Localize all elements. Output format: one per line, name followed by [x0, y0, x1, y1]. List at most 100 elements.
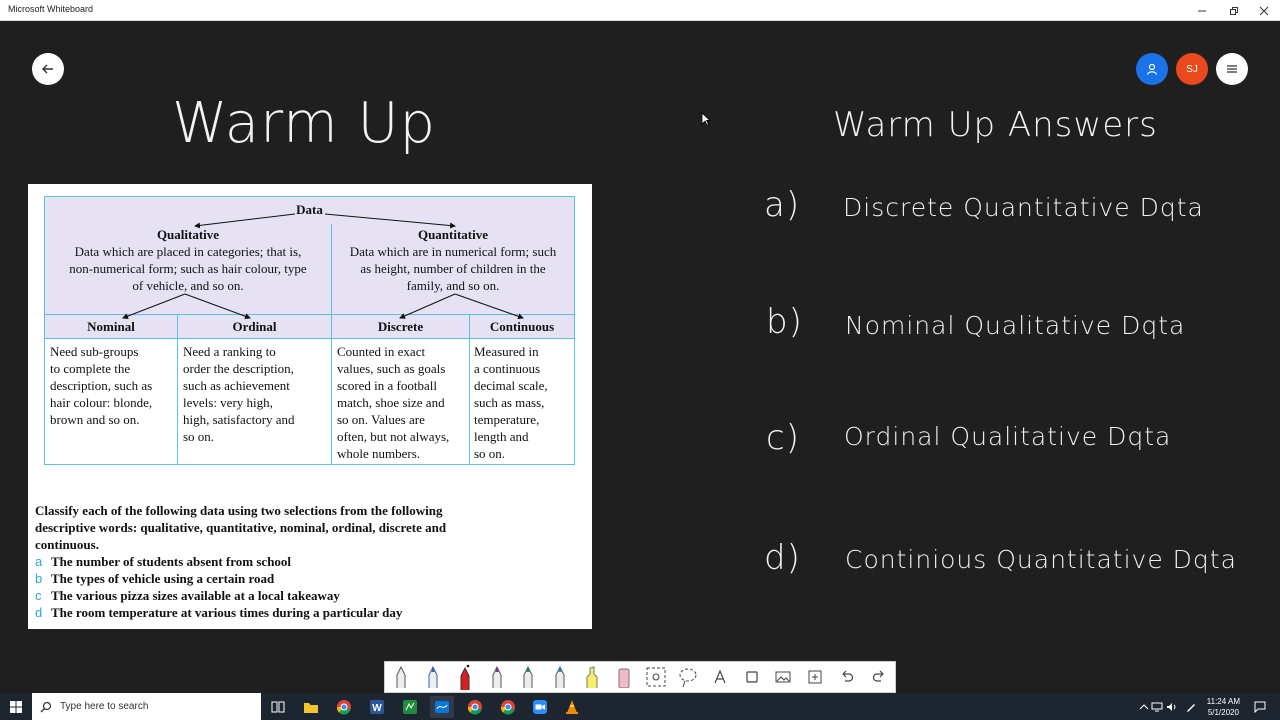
- user-avatar[interactable]: SJ: [1176, 53, 1208, 85]
- question-letter: a: [35, 554, 43, 569]
- pen-tool-blue[interactable]: [417, 662, 449, 692]
- pen-icon: [460, 664, 470, 690]
- invite-button[interactable]: [1136, 53, 1168, 85]
- cell-line: order the description,: [183, 361, 294, 376]
- pen-tool-gray[interactable]: [385, 662, 417, 692]
- text-tool[interactable]: [704, 662, 736, 692]
- undo-button[interactable]: [831, 662, 863, 692]
- minimize-icon: [1198, 10, 1206, 11]
- redo-icon: [872, 670, 884, 682]
- folder-icon: [304, 702, 318, 713]
- maximize-button[interactable]: [1218, 0, 1250, 21]
- clock-date: 5/1/2020: [1207, 708, 1239, 717]
- menu-button[interactable]: [1216, 53, 1248, 85]
- answer-a-text[interactable]: Discrete Quantitative Dqta: [843, 193, 1204, 222]
- cell-line: such as mass,: [474, 395, 545, 410]
- taskbar-chrome[interactable]: [333, 696, 355, 718]
- pen-tool-light-blue[interactable]: [544, 662, 576, 692]
- task-view-button[interactable]: [267, 696, 289, 718]
- shape-icon: [745, 671, 758, 683]
- start-button[interactable]: [5, 696, 27, 718]
- speaker-icon: [1167, 703, 1176, 711]
- taskbar-chrome-2[interactable]: [464, 696, 486, 718]
- whiteboard-icon: [435, 701, 449, 713]
- answer-a-label[interactable]: a): [764, 185, 800, 225]
- close-icon: [1259, 6, 1269, 15]
- quantitative-desc-line: Data which are in numerical form; such: [349, 244, 557, 259]
- answer-c-text[interactable]: Ordinal Qualitative Dqta: [844, 422, 1171, 451]
- word-icon: W: [370, 700, 384, 714]
- warm-up-answers-title[interactable]: Warm Up Answers: [833, 105, 1158, 145]
- taskbar-app-green[interactable]: [399, 696, 421, 718]
- answer-b-text[interactable]: Nominal Qualitative Dqta: [845, 311, 1185, 340]
- image-icon: [775, 671, 791, 683]
- action-center-button[interactable]: [1249, 696, 1271, 718]
- add-tool[interactable]: [799, 662, 831, 692]
- svg-text:W: W: [372, 703, 382, 714]
- shape-tool[interactable]: [736, 662, 768, 692]
- taskbar-pen[interactable]: [1180, 696, 1202, 718]
- highlighter-yellow[interactable]: [576, 662, 608, 692]
- redo-button[interactable]: [863, 662, 895, 692]
- search-placeholder: Type here to search: [60, 701, 149, 712]
- cell-line: whole numbers.: [337, 446, 421, 461]
- answer-b-label[interactable]: b): [766, 302, 803, 342]
- instructions-line: descriptive words: qualitative, quantita…: [35, 520, 447, 535]
- column-header-ordinal: Ordinal: [232, 319, 277, 334]
- answer-d-text[interactable]: Continious Quantitative Dqta: [845, 545, 1237, 574]
- cell-line: high, satisfactory and: [183, 412, 295, 427]
- cell-line: to complete the: [50, 361, 131, 376]
- pen-tool-green[interactable]: [513, 662, 545, 692]
- answer-d-label[interactable]: d): [764, 538, 801, 578]
- taskbar-whiteboard-active[interactable]: [430, 696, 454, 718]
- taskbar-search-box[interactable]: Type here to search: [32, 693, 261, 720]
- taskbar-chrome-3[interactable]: [497, 696, 519, 718]
- question-a: a The number of students absent from scho…: [35, 553, 291, 570]
- cell-line: Measured in: [474, 344, 539, 359]
- cell-line: length and: [474, 429, 529, 444]
- answer-c-label[interactable]: c): [766, 418, 800, 458]
- cell-line: a continuous: [474, 361, 541, 376]
- minimize-button[interactable]: [1186, 0, 1218, 21]
- taskbar-vlc[interactable]: [561, 696, 583, 718]
- window-title: Microsoft Whiteboard: [8, 4, 94, 14]
- task-view-icon: [271, 701, 285, 713]
- pen-icon: [1187, 704, 1195, 712]
- highlighter-icon: [586, 666, 598, 688]
- question-text: The room temperature at various times du…: [51, 605, 403, 620]
- pen-tool-purple[interactable]: [481, 662, 513, 692]
- person-icon: [1146, 63, 1158, 75]
- taskbar-clock[interactable]: 11:24 AM 5/1/2020: [1207, 696, 1240, 718]
- eraser-tool[interactable]: [608, 662, 640, 692]
- question-d: d The room temperature at various times d…: [35, 604, 402, 621]
- qualitative-desc-line: non-numerical form; such as hair colour,…: [69, 261, 307, 276]
- textbook-image[interactable]: Data Qualitative Data which are placed i…: [28, 184, 592, 629]
- insert-image-tool[interactable]: [768, 662, 800, 692]
- cell-line: match, shoe size and: [337, 395, 445, 410]
- text-icon: [714, 669, 726, 684]
- column-header-nominal: Nominal: [87, 319, 135, 334]
- qualitative-desc-line: Data which are placed in categories; tha…: [74, 244, 302, 259]
- taskbar-zoom[interactable]: [529, 696, 551, 718]
- video-camera-icon: [533, 700, 547, 714]
- lasso-tool[interactable]: [672, 662, 704, 692]
- lasso-select-tool[interactable]: [640, 662, 672, 692]
- cell-line: description, such as: [50, 378, 153, 393]
- question-letter: c: [35, 588, 42, 603]
- table-root-label: Data: [296, 202, 323, 217]
- taskbar-word[interactable]: W: [366, 696, 388, 718]
- taskbar-file-explorer[interactable]: [300, 696, 322, 718]
- cell-line: so on.: [183, 429, 215, 444]
- warm-up-title[interactable]: Warm Up: [172, 91, 436, 156]
- close-button[interactable]: [1248, 0, 1280, 21]
- pen-icon: [555, 666, 565, 688]
- cell-line: often, but not always,: [337, 429, 450, 444]
- search-icon: [40, 701, 52, 712]
- back-button[interactable]: [32, 53, 64, 85]
- data-types-table: Data Qualitative Data which are placed i…: [44, 196, 575, 465]
- pen-tool-red[interactable]: [449, 662, 481, 692]
- undo-icon: [842, 670, 854, 682]
- windows-taskbar: Type here to search W 11:24 AM 5/1/2020: [0, 693, 1280, 720]
- cell-line: scored in a football: [337, 378, 437, 393]
- instructions-line: Classify each of the following data usin…: [35, 503, 443, 518]
